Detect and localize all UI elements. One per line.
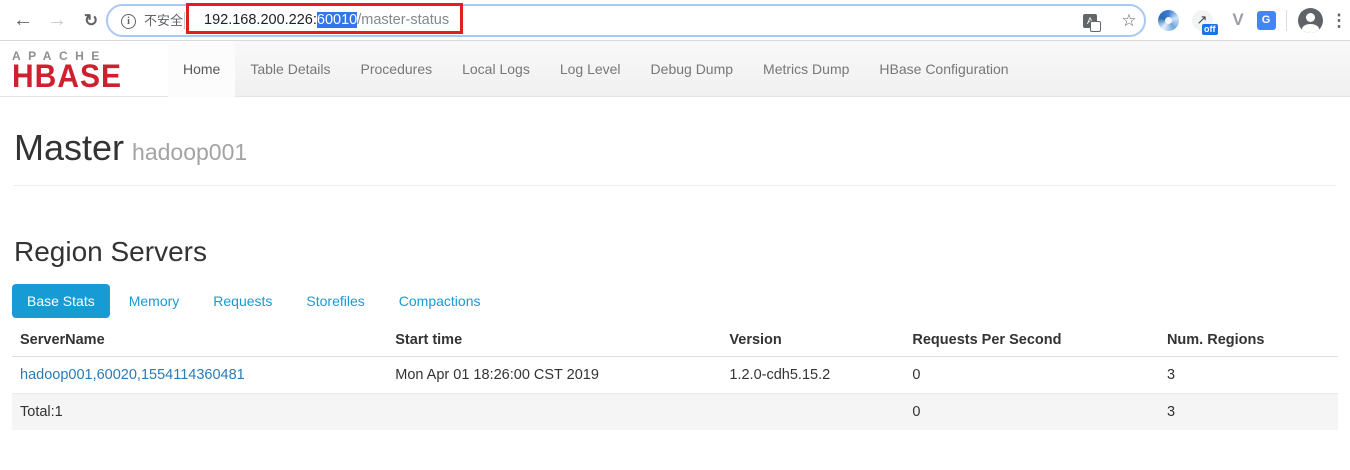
back-icon[interactable]: ← <box>8 0 38 41</box>
cell-total-regions: 3 <box>1159 394 1338 431</box>
cell-requests-per-second: 0 <box>904 357 1159 394</box>
forward-icon: → <box>42 0 72 41</box>
url-path[interactable]: /master-status <box>357 12 449 28</box>
nav-item-local-logs[interactable]: Local Logs <box>447 41 545 97</box>
nav-item-hbase-configuration[interactable]: HBase Configuration <box>864 41 1023 97</box>
reload-icon[interactable]: ↻ <box>76 0 106 41</box>
region-server-tabs: Base Stats Memory Requests Storefiles Co… <box>12 284 1338 318</box>
extension-v-icon[interactable]: V <box>1226 8 1250 32</box>
chip-divider <box>184 12 185 29</box>
extension-swirl-icon[interactable] <box>1156 8 1180 32</box>
cell-version: 1.2.0-cdh5.15.2 <box>721 357 904 394</box>
col-servername: ServerName <box>12 324 387 357</box>
extension-off-badge: off <box>1202 24 1218 35</box>
table-row: hadoop001,60020,1554114360481 Mon Apr 01… <box>12 357 1338 394</box>
col-version: Version <box>721 324 904 357</box>
hbase-navbar: APACHE HBASE Home Table Details Procedur… <box>0 41 1350 97</box>
main-nav: Home Table Details Procedures Local Logs… <box>168 41 1024 96</box>
master-hostname: hadoop001 <box>132 139 247 165</box>
cell-start-time: Mon Apr 01 18:26:00 CST 2019 <box>387 357 721 394</box>
profile-avatar[interactable] <box>1298 8 1323 33</box>
url-host[interactable]: 192.168.200.226: <box>204 12 317 28</box>
region-servers-table: ServerName Start time Version Requests P… <box>12 324 1338 430</box>
tab-memory[interactable]: Memory <box>114 284 195 318</box>
table-total-row: Total:1 0 3 <box>12 394 1338 431</box>
tab-storefiles[interactable]: Storefiles <box>291 284 379 318</box>
cell-total-requests: 0 <box>904 394 1159 431</box>
col-start-time: Start time <box>387 324 721 357</box>
toolbar-divider <box>1286 10 1287 31</box>
nav-item-log-level[interactable]: Log Level <box>545 41 636 97</box>
extension-proxy-icon[interactable]: ↗off <box>1190 8 1214 32</box>
info-icon[interactable]: i <box>121 14 136 29</box>
browser-menu-icon[interactable]: ⋮ <box>1330 0 1348 41</box>
nav-item-metrics-dump[interactable]: Metrics Dump <box>748 41 864 97</box>
browser-toolbar: ← → ↻ i 不安全 192.168.200.226:60010/master… <box>0 0 1350 41</box>
page-header: Master hadoop001 <box>14 127 1336 186</box>
nav-item-procedures[interactable]: Procedures <box>346 41 448 97</box>
tab-requests[interactable]: Requests <box>198 284 287 318</box>
hbase-logo[interactable]: APACHE HBASE <box>0 41 168 96</box>
address-bar[interactable]: i 不安全 192.168.200.226:60010/master-statu… <box>106 4 1146 37</box>
cell-num-regions: 3 <box>1159 357 1338 394</box>
tab-base-stats[interactable]: Base Stats <box>12 284 110 318</box>
security-label[interactable]: 不安全 <box>144 6 183 35</box>
translate-page-icon[interactable]: A <box>1080 6 1100 35</box>
master-title: Master <box>14 127 124 168</box>
page-title: Master hadoop001 <box>14 127 1336 169</box>
url-text[interactable]: 192.168.200.226:60010/master-status <box>204 6 449 35</box>
url-port-selected[interactable]: 60010 <box>317 12 357 28</box>
cell-total-start-time <box>387 394 721 431</box>
extension-translate-icon[interactable]: G <box>1254 8 1278 32</box>
table-header-row: ServerName Start time Version Requests P… <box>12 324 1338 357</box>
bookmark-star-icon[interactable]: ☆ <box>1118 6 1140 35</box>
logo-hbase-text: HBASE <box>12 63 168 91</box>
tab-compactions[interactable]: Compactions <box>384 284 496 318</box>
nav-item-debug-dump[interactable]: Debug Dump <box>636 41 749 97</box>
col-requests-per-second: Requests Per Second <box>904 324 1159 357</box>
regionserver-link[interactable]: hadoop001,60020,1554114360481 <box>20 367 245 383</box>
region-servers-heading: Region Servers <box>14 236 1336 268</box>
col-num-regions: Num. Regions <box>1159 324 1338 357</box>
cell-total: Total:1 <box>12 394 387 431</box>
nav-item-home[interactable]: Home <box>168 41 235 97</box>
cell-total-version <box>721 394 904 431</box>
nav-item-table-details[interactable]: Table Details <box>235 41 345 97</box>
